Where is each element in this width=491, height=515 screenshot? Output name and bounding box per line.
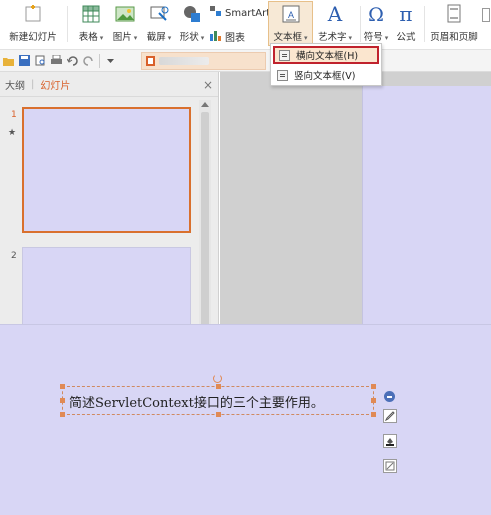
wordart-icon: A xyxy=(325,3,345,25)
wordart-label: 艺术字 xyxy=(317,32,347,43)
vertical-textbox-icon xyxy=(277,69,288,81)
screenshot-icon xyxy=(149,3,169,25)
picture-button[interactable]: 图片 ▾ xyxy=(108,3,142,47)
resize-handle[interactable] xyxy=(216,384,221,389)
formula-label: 公式 xyxy=(396,32,416,43)
slide-number-1: 1 xyxy=(11,110,17,120)
new-slide-button[interactable]: 新建幻灯片 xyxy=(4,3,62,47)
formula-icon: π xyxy=(396,3,416,25)
tab-outline[interactable]: 大纲 xyxy=(5,77,25,92)
chart-icon xyxy=(210,30,222,44)
print-icon[interactable] xyxy=(51,55,62,66)
redo-icon[interactable] xyxy=(83,55,94,66)
document-tab[interactable] xyxy=(141,52,266,70)
slide-thumbnail-1[interactable] xyxy=(22,107,191,233)
chart-label: 图表 xyxy=(225,33,245,44)
panel-tabs: 大纲 | 幻灯片 xyxy=(0,72,218,97)
svg-text:A: A xyxy=(287,10,293,20)
picture-label: 图片 xyxy=(112,32,132,43)
text-box-content[interactable]: 简述ServletContext接口的三个主要作用。 xyxy=(69,392,324,411)
edit-shape-icon[interactable] xyxy=(383,409,397,423)
menu-item-horizontal-textbox[interactable]: 横向文本框(H) xyxy=(273,46,379,64)
print-preview-icon[interactable] xyxy=(35,55,46,66)
smartart-icon xyxy=(210,6,222,20)
resize-handle[interactable] xyxy=(60,412,65,417)
document-icon xyxy=(146,56,155,66)
slide-canvas[interactable] xyxy=(0,324,491,515)
scroll-up-icon[interactable] xyxy=(201,102,209,107)
menu-label-vertical: 竖向文本框(V) xyxy=(294,71,356,82)
document-name xyxy=(159,57,209,65)
open-folder-icon[interactable] xyxy=(3,55,14,66)
menu-item-vertical-textbox[interactable]: 竖向文本框(V) xyxy=(273,66,379,84)
text-box[interactable]: 简述ServletContext接口的三个主要作用。 xyxy=(60,384,376,417)
textbox-dropdown-menu: 横向文本框(H) 竖向文本框(V) xyxy=(270,43,382,86)
fill-color-icon[interactable] xyxy=(383,434,397,448)
horizontal-textbox-icon xyxy=(279,49,290,61)
smartart-button[interactable]: SmartArt xyxy=(210,6,270,20)
textbox-icon: A xyxy=(281,3,301,25)
outline-style-icon[interactable] xyxy=(383,459,397,473)
smartart-label: SmartArt xyxy=(225,7,271,19)
rotate-handle-icon[interactable] xyxy=(213,374,222,383)
ribbon-toolbar: 新建幻灯片 表格 ▾ 图片 ▾ 截屏 ▾ 形状 ▾ SmartArt 图表 A … xyxy=(0,0,491,50)
chart-button[interactable]: 图表 xyxy=(210,29,245,44)
resize-handle[interactable] xyxy=(371,384,376,389)
resize-handle[interactable] xyxy=(60,398,65,403)
slide-canvas-right[interactable] xyxy=(362,86,491,327)
new-slide-icon xyxy=(22,3,44,25)
menu-label-horizontal: 横向文本框(H) xyxy=(296,51,359,62)
animation-star-icon: ★ xyxy=(8,128,17,138)
formula-button[interactable]: π 公式 xyxy=(392,3,420,47)
panel-scrollbar[interactable] xyxy=(199,100,211,327)
collapse-icon[interactable] xyxy=(384,391,395,402)
table-button[interactable]: 表格 ▾ xyxy=(74,3,108,47)
header-footer-button[interactable]: 页眉和页脚 xyxy=(428,3,480,47)
symbol-label: 符号 xyxy=(363,32,383,43)
close-icon[interactable]: × xyxy=(203,78,213,92)
tab-divider: | xyxy=(31,78,35,90)
scrollbar-thumb[interactable] xyxy=(201,112,209,327)
save-icon[interactable] xyxy=(19,55,30,66)
svg-text:π: π xyxy=(399,3,412,25)
resize-handle[interactable] xyxy=(371,412,376,417)
svg-text:A: A xyxy=(327,3,343,25)
svg-text:Ω: Ω xyxy=(368,4,384,25)
shape-button[interactable]: 形状 ▾ xyxy=(176,3,208,47)
resize-handle[interactable] xyxy=(216,412,221,417)
resize-handle[interactable] xyxy=(60,384,65,389)
more-icon[interactable] xyxy=(482,8,490,22)
resize-handle[interactable] xyxy=(371,398,376,403)
symbol-button[interactable]: Ω 符号 ▾ xyxy=(362,3,390,47)
undo-icon[interactable] xyxy=(67,55,78,66)
screenshot-button[interactable]: 截屏 ▾ xyxy=(142,3,176,47)
slides-panel: 大纲 | 幻灯片 × 1 ★ 2 xyxy=(0,72,219,327)
table-icon xyxy=(81,3,101,25)
slide-thumbnail-2[interactable] xyxy=(22,247,191,327)
tab-slides[interactable]: 幻灯片 xyxy=(40,77,70,92)
screenshot-label: 截屏 xyxy=(146,32,166,43)
header-footer-icon xyxy=(444,3,464,25)
table-label: 表格 xyxy=(78,32,98,43)
customize-dropdown-icon[interactable] xyxy=(105,55,116,66)
textbox-button-content[interactable]: A 文本框 ▾ xyxy=(268,3,313,47)
qbar-divider xyxy=(99,53,100,68)
wordart-button[interactable]: A 艺术字 ▾ xyxy=(313,3,357,47)
slide-number-2: 2 xyxy=(11,251,17,261)
shape-label: 形状 xyxy=(179,32,199,43)
picture-icon xyxy=(115,3,135,25)
textbox-label: 文本框 xyxy=(273,32,302,43)
symbol-icon: Ω xyxy=(366,3,386,25)
shape-icon xyxy=(182,3,202,25)
header-footer-label: 页眉和页脚 xyxy=(430,32,478,43)
